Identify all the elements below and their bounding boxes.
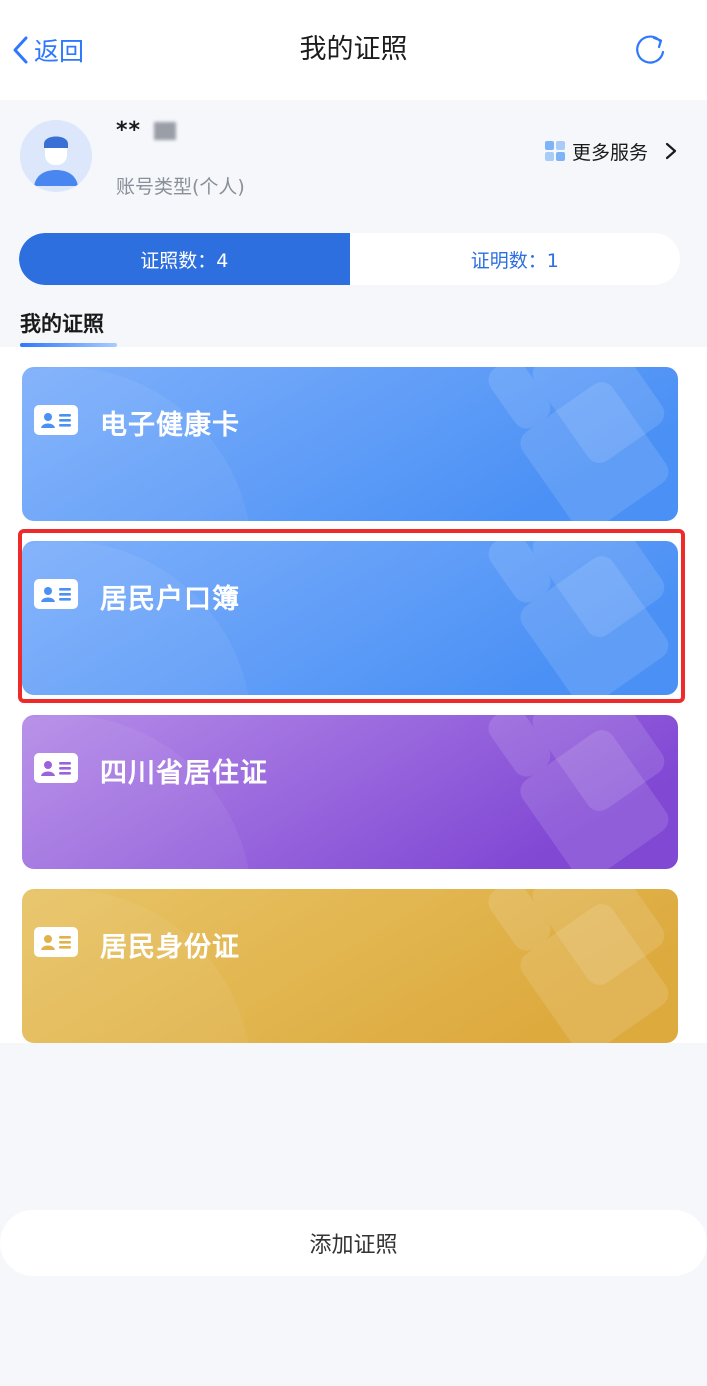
username: ** [116,118,176,143]
avatar [20,120,92,192]
user-avatar-icon [20,120,92,192]
card-background [22,715,678,869]
tab-certificate-count[interactable]: 证明数：1 [350,233,681,285]
id-card-icon [34,753,78,783]
username-mask [153,122,176,140]
account-type: 账号类型(个人) [116,176,245,198]
card-list: 电子健康卡 居民户口簿 四川省居住证 居民身份证 [0,347,707,1043]
card-label: 四川省居住证 [100,758,268,789]
card-background [22,889,678,1043]
card-label: 居民身份证 [100,932,240,963]
chevron-right-icon [665,142,677,160]
count-tabs: 证照数：4 证明数：1 [19,233,680,285]
more-services-button[interactable]: 更多服务 [544,137,678,165]
id-card-icon [34,405,78,435]
id-card-icon [34,579,78,609]
card-residence-permit[interactable]: 四川省居住证 [22,715,678,869]
nav-bar: 返回 我的证照 [0,0,707,100]
refresh-icon[interactable] [632,32,668,68]
tab-license-count[interactable]: 证照数：4 [19,233,350,285]
card-health[interactable]: 电子健康卡 [22,367,678,521]
card-label: 居民户口簿 [100,584,240,615]
card-background [22,367,678,521]
card-id-card[interactable]: 居民身份证 [22,889,678,1043]
card-label: 电子健康卡 [100,410,240,441]
page-title: 我的证照 [299,34,408,65]
more-services-label: 更多服务 [572,141,649,164]
profile-header: ** 账号类型(个人) 更多服务 [0,100,707,220]
username-text: ** [116,118,142,143]
add-license-button[interactable]: 添加证照 [0,1210,707,1276]
card-household-register[interactable]: 居民户口簿 [22,541,678,695]
card-background [22,541,678,695]
id-card-icon [34,927,78,957]
grid-icon [545,141,565,161]
section-title: 我的证照 [20,312,104,336]
